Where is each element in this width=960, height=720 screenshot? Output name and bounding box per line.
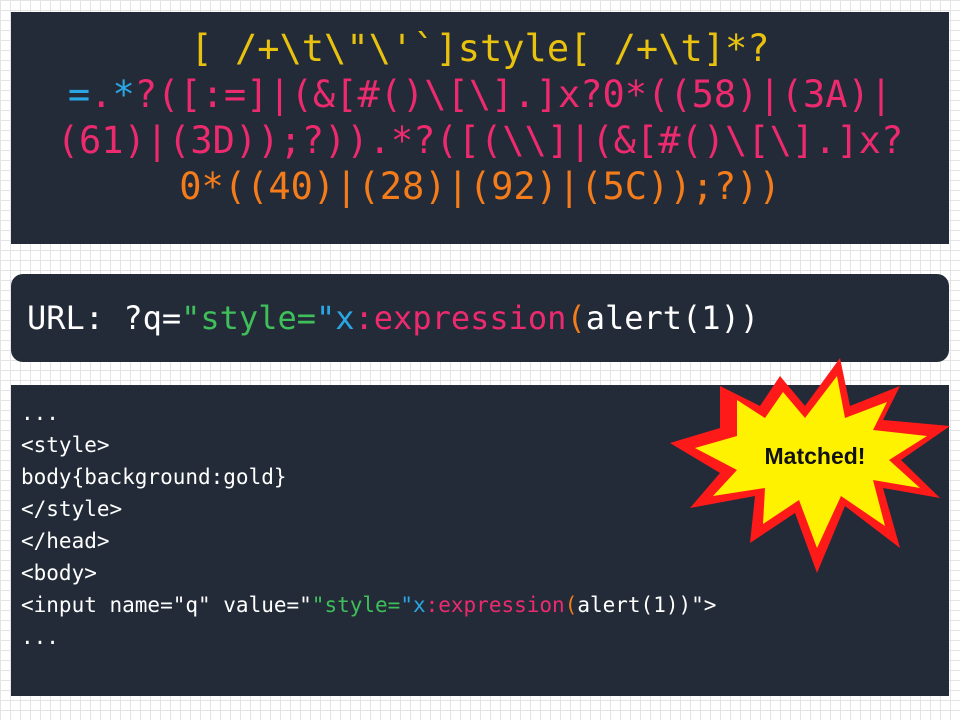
text-segment: <input name="q" value=" [21, 593, 312, 617]
text-segment: <style> [21, 433, 110, 457]
text-segment: URL: ?q= [27, 299, 182, 337]
text-segment: expression [373, 299, 567, 337]
text-segment: ( [564, 593, 578, 617]
text-segment: <body> [21, 561, 97, 585]
regex-panel: [ /+\t\"\'`]style[ /+\t]*? =.*?([:=]|(&[#… [11, 12, 949, 244]
text-segment: ( [566, 299, 586, 337]
text-segment: :expression [425, 593, 565, 617]
regex-line: (61)|(3D));?)).*?([(\\]|(&[#()\[\].]x? [21, 118, 939, 164]
text-segment: "style= [311, 593, 401, 617]
text-segment: : [354, 299, 374, 337]
text-segment: </head> [21, 529, 110, 553]
text-segment: *?([(\\]|(&[#()\[\].]x? [390, 119, 904, 162]
text-segment: ... [21, 401, 59, 425]
text-segment: = [67, 73, 91, 116]
text-segment: </style> [21, 497, 123, 521]
text-segment: ... [21, 625, 59, 649]
code-line: <input name="q" value=""style="x:express… [21, 589, 949, 621]
code-line: ... [21, 621, 949, 653]
regex-line: [ /+\t\"\'`]style[ /+\t]*? [21, 26, 939, 72]
regex-line: =.*?([:=]|(&[#()\[\].]x?0*((58)|(3A)| [21, 72, 939, 118]
text-segment: "x [315, 299, 355, 337]
text-segment: * [112, 73, 135, 116]
text-segment: . [90, 73, 113, 116]
text-segment: [ /+\t\"\'`]style[ /+\t]*? [190, 27, 770, 70]
regex-line: 0*((40)|(28)|(92)|(5C));?)) [21, 164, 939, 210]
text-segment: alert(1))"> [577, 593, 717, 617]
text-segment: (61)|(3D));?)). [56, 119, 391, 162]
burst-label: Matched! [765, 443, 866, 469]
text-segment: ?([:=]|(&[#()\[\].]x?0*((58)|(3A)| [134, 73, 893, 116]
text-segment: 0*((40)|(28)|(92)|(5C));?)) [179, 165, 781, 208]
text-segment: alert(1)) [585, 299, 760, 337]
text-segment: "style= [181, 299, 316, 337]
matched-burst: Matched! [670, 358, 950, 573]
text-segment: "x [400, 593, 426, 617]
text-segment: body{background:gold} [21, 465, 287, 489]
